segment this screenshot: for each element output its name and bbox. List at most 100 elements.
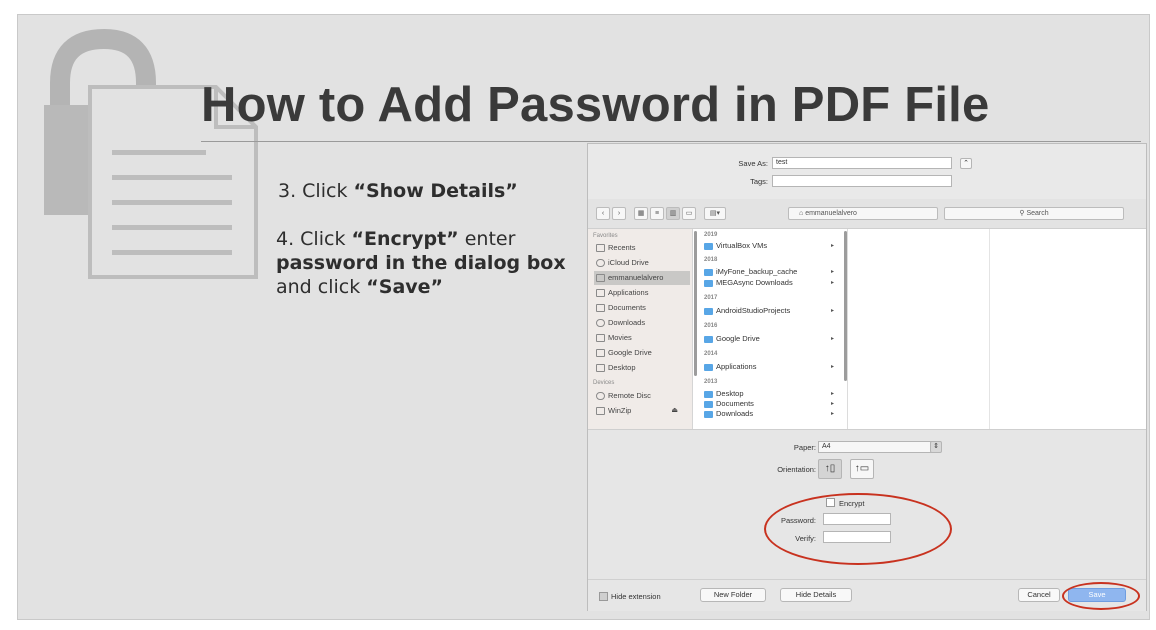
list-item[interactable]: iMyFone_backup_cache ▸ [704, 267, 834, 277]
folder-label: Applications [716, 362, 757, 371]
forward-button[interactable]: › [612, 207, 626, 220]
sidebar-item-desktop[interactable]: Desktop [594, 361, 690, 375]
step-4-click: and click [276, 276, 367, 298]
sidebar: Favorites Recents iCloud Drive emmanuela… [588, 229, 693, 429]
sidebar-item-documents[interactable]: Documents [594, 301, 690, 315]
title-divider [201, 141, 1141, 142]
paper-select[interactable]: A4 [818, 441, 938, 453]
page-title: How to Add Password in PDF File [201, 78, 990, 132]
portrait-icon[interactable]: ↑▯ [818, 459, 842, 479]
chevron-right-icon: ▸ [830, 391, 834, 397]
year-header: 2014 [704, 351, 718, 357]
list-item[interactable]: Downloads ▸ [704, 409, 834, 419]
new-folder-button[interactable]: New Folder [700, 588, 766, 602]
sidebar-item-applications[interactable]: Applications [594, 286, 690, 300]
step-4-text: 4. Click [276, 228, 352, 250]
drive-icon [596, 407, 605, 415]
search-placeholder: Search [1026, 210, 1049, 217]
hide-extension-label: Hide extension [611, 592, 661, 601]
sidebar-item-label: Applications [608, 288, 649, 297]
year-header: 2018 [704, 257, 718, 263]
icon-view-icon[interactable]: ▦ [634, 207, 648, 220]
list-item[interactable]: VirtualBox VMs ▸ [704, 241, 834, 251]
folder-icon [704, 411, 713, 418]
lock-document-icon [44, 28, 258, 279]
cancel-button[interactable]: Cancel [1018, 588, 1060, 602]
search-field[interactable]: ⚲ Search [944, 207, 1124, 220]
column-view-icon[interactable]: ▥ [666, 207, 680, 220]
highlight-ellipse [764, 493, 952, 565]
paper-label: Paper: [793, 443, 816, 452]
highlight-ellipse [1062, 582, 1140, 610]
dialog-header: Save As: test ⌃ Tags: [588, 144, 1146, 199]
folder-label: Google Drive [716, 334, 760, 343]
home-icon [596, 274, 605, 282]
sidebar-item-downloads[interactable]: Downloads [594, 316, 690, 330]
gallery-view-icon[interactable]: ▭ [682, 207, 696, 220]
folder-label: Documents [716, 399, 754, 408]
folder-icon [704, 280, 713, 287]
sidebar-item-label: WinZip [608, 406, 632, 415]
chevron-right-icon: ▸ [830, 243, 834, 249]
sidebar-item-google-drive[interactable]: Google Drive [594, 346, 690, 360]
chevron-right-icon: ▸ [830, 269, 834, 275]
sidebar-item-label: iCloud Drive [608, 258, 649, 267]
downloads-icon [596, 319, 605, 327]
sidebar-scrollbar[interactable] [694, 231, 697, 376]
documents-icon [596, 304, 605, 312]
list-item[interactable]: Applications ▸ [704, 362, 834, 372]
list-item[interactable]: Google Drive ▸ [704, 334, 834, 344]
year-header: 2019 [704, 232, 718, 238]
list-item[interactable]: Desktop ▸ [704, 389, 834, 399]
sidebar-item-icloud[interactable]: iCloud Drive [594, 256, 690, 270]
sidebar-item-movies[interactable]: Movies [594, 331, 690, 345]
eject-icon[interactable]: ⏏ [671, 404, 678, 418]
sidebar-item-home[interactable]: emmanuelalvero [594, 271, 690, 285]
chevron-right-icon: ▸ [830, 308, 834, 314]
save-as-label: Save As: [738, 159, 768, 168]
empty-column [850, 229, 990, 429]
collapse-button[interactable]: ⌃ [960, 158, 972, 169]
movies-icon [596, 334, 605, 342]
chevron-down-icon[interactable]: ⇕ [930, 441, 942, 453]
year-header: 2017 [704, 295, 718, 301]
chevron-right-icon: ▸ [830, 336, 834, 342]
folder-icon [704, 391, 713, 398]
arrange-icon[interactable]: ▤▾ [704, 207, 726, 220]
sidebar-item-remote-disc[interactable]: Remote Disc [594, 389, 690, 403]
chevron-right-icon: ▸ [830, 280, 834, 286]
list-view-icon[interactable]: ≡ [650, 207, 664, 220]
recents-icon [596, 244, 605, 252]
sidebar-item-label: Google Drive [608, 348, 652, 357]
disc-icon [596, 392, 605, 400]
chevron-right-icon: ▸ [830, 364, 834, 370]
sidebar-item-recents[interactable]: Recents [594, 241, 690, 255]
tags-label: Tags: [750, 177, 768, 186]
folder-label: MEGAsync Downloads [716, 278, 793, 287]
step-3: 3. Click “Show Details” [278, 179, 518, 203]
back-button[interactable]: ‹ [596, 207, 610, 220]
step-4-save: “Save” [366, 276, 444, 298]
hide-extension-checkbox[interactable] [599, 592, 608, 601]
year-header: 2013 [704, 379, 718, 385]
list-item[interactable]: MEGAsync Downloads ▸ [704, 278, 834, 288]
chevron-right-icon: ▸ [830, 411, 834, 417]
save-dialog: Save As: test ⌃ Tags: ‹ › ▦ ≡ ▥ ▭ ▤▾ ⌂ e… [587, 143, 1147, 611]
step-3-text: 3. Click [278, 180, 354, 202]
hide-details-button[interactable]: Hide Details [780, 588, 852, 602]
landscape-icon[interactable]: ↑▭ [850, 459, 874, 479]
year-header: 2016 [704, 323, 718, 329]
folder-column: 2019 VirtualBox VMs ▸ 2018 iMyFone_backup… [698, 229, 848, 429]
folder-icon [704, 336, 713, 343]
list-item[interactable]: AndroidStudioProjects ▸ [704, 306, 834, 316]
list-item[interactable]: Documents ▸ [704, 399, 834, 409]
save-as-field[interactable]: test [772, 157, 952, 169]
step-4: 4. Click “Encrypt” enter password in the… [276, 227, 566, 299]
tags-field[interactable] [772, 175, 952, 187]
location-dropdown[interactable]: ⌂ emmanuelalvero [788, 207, 938, 220]
step-4-enter: enter [458, 228, 516, 250]
dialog-toolbar: ‹ › ▦ ≡ ▥ ▭ ▤▾ ⌂ emmanuelalvero ⚲ Search [588, 199, 1146, 229]
favorites-header: Favorites [593, 233, 618, 239]
sidebar-item-winzip[interactable]: WinZip ⏏ [594, 404, 690, 418]
column-scrollbar[interactable] [844, 231, 847, 381]
